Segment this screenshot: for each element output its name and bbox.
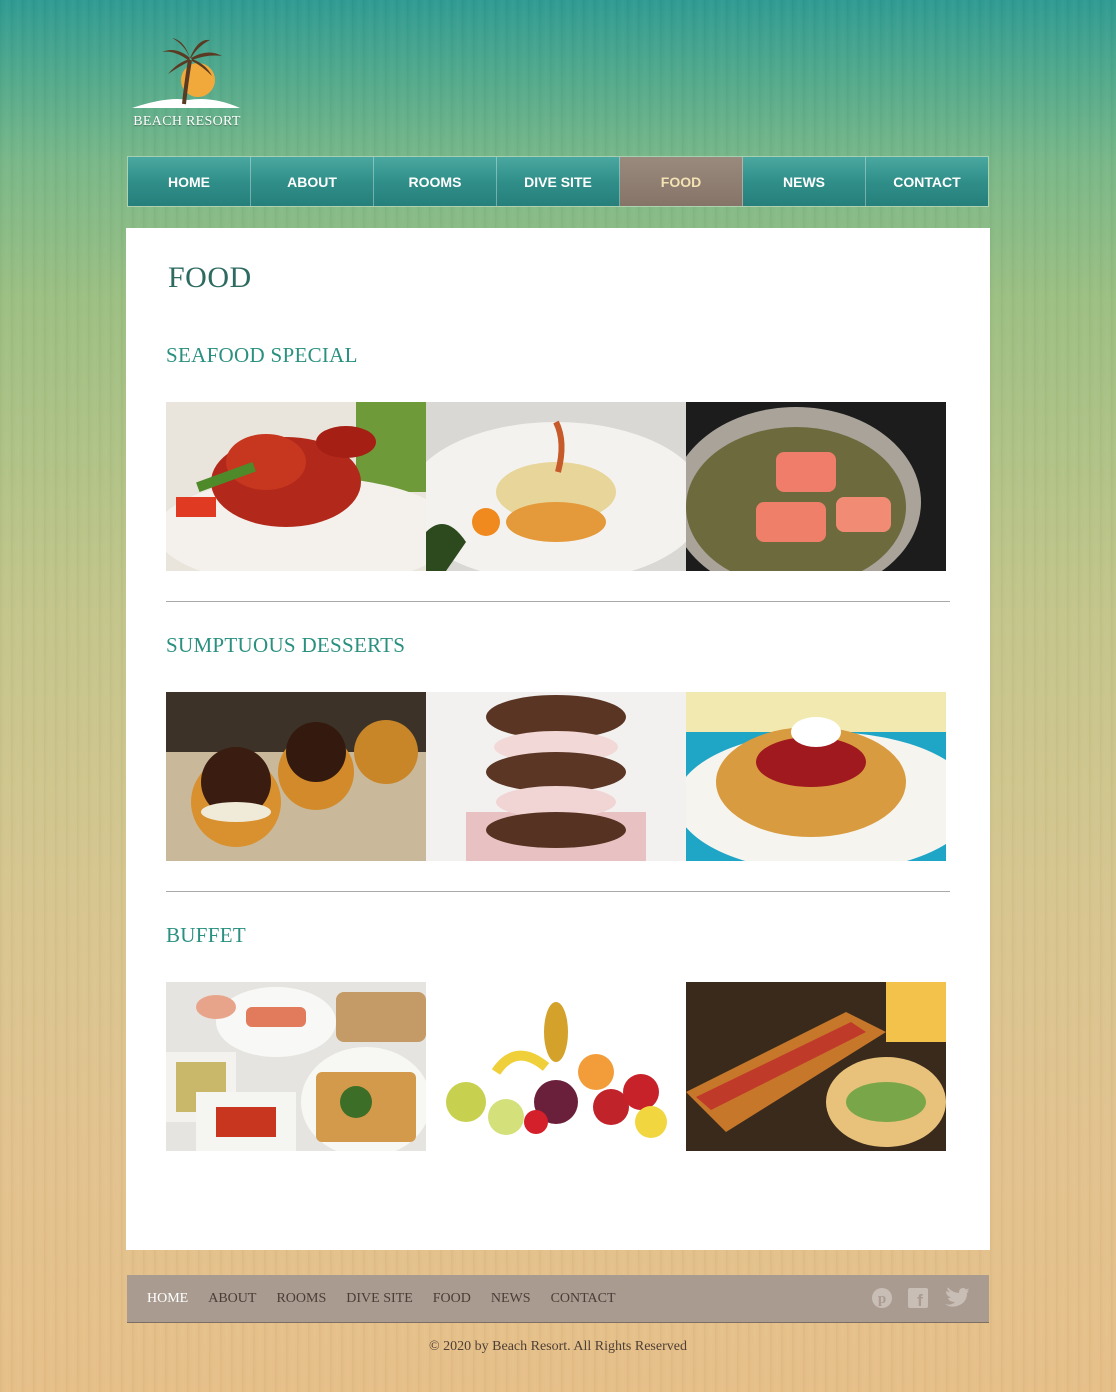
photo-salmon-in-pan[interactable] (686, 402, 946, 571)
section-divider (166, 891, 950, 892)
logo-text: BEACH RESORT (133, 114, 241, 129)
photo-lobster-dish[interactable] (166, 402, 426, 571)
nav-about[interactable]: ABOUT (251, 157, 374, 206)
nav-home[interactable]: HOME (128, 157, 251, 206)
nav-rooms[interactable]: ROOMS (374, 157, 497, 206)
twitter-icon[interactable] (943, 1287, 969, 1314)
footer-bar: HOME ABOUT ROOMS DIVE SITE FOOD NEWS CON… (127, 1275, 989, 1323)
section-title-seafood: SEAFOOD SPECIAL (166, 343, 358, 367)
footer-link-dive-site[interactable]: DIVE SITE (346, 1291, 413, 1307)
svg-text:p: p (878, 1291, 886, 1307)
photo-profiteroles[interactable] (166, 692, 426, 861)
social-links: p f (871, 1287, 969, 1314)
gallery-desserts (166, 692, 946, 861)
main-nav: HOME ABOUT ROOMS DIVE SITE FOOD NEWS CON… (127, 156, 989, 207)
photo-submarine-sandwich[interactable] (686, 982, 946, 1151)
copyright-text: © 2020 by Beach Resort. All Rights Reser… (429, 1339, 687, 1354)
photo-fruit-assortment[interactable] (426, 982, 686, 1151)
photo-ice-cream-cookie-sandwich[interactable] (426, 692, 686, 861)
facebook-icon[interactable]: f (907, 1287, 929, 1314)
photo-berry-waffle[interactable] (686, 692, 946, 861)
svg-text:f: f (917, 1291, 923, 1309)
pinterest-icon[interactable]: p (871, 1287, 893, 1314)
footer-link-rooms[interactable]: ROOMS (276, 1291, 326, 1307)
nav-food[interactable]: FOOD (620, 157, 743, 206)
page-title: FOOD (168, 261, 252, 294)
nav-news[interactable]: NEWS (743, 157, 866, 206)
photo-fish-fillet-dish[interactable] (426, 402, 686, 571)
logo[interactable]: BEACH RESORT (128, 34, 248, 138)
footer-link-home[interactable]: HOME (147, 1291, 188, 1307)
section-divider (166, 601, 950, 602)
section-title-buffet: BUFFET (166, 923, 246, 947)
footer-nav: HOME ABOUT ROOMS DIVE SITE FOOD NEWS CON… (147, 1275, 616, 1322)
gallery-buffet (166, 982, 946, 1151)
footer-link-food[interactable]: FOOD (433, 1291, 471, 1307)
footer-link-news[interactable]: NEWS (491, 1291, 531, 1307)
gallery-seafood (166, 402, 946, 571)
content-panel: FOOD SEAFOOD SPECIAL SUMPTUOUS DESSERTS … (126, 228, 990, 1250)
nav-contact[interactable]: CONTACT (866, 157, 988, 206)
footer-link-contact[interactable]: CONTACT (551, 1291, 616, 1307)
nav-dive-site[interactable]: DIVE SITE (497, 157, 620, 206)
palm-tree-logo-icon (132, 38, 240, 108)
section-title-desserts: SUMPTUOUS DESSERTS (166, 633, 406, 657)
photo-buffet-platters[interactable] (166, 982, 426, 1151)
footer-link-about[interactable]: ABOUT (208, 1291, 256, 1307)
